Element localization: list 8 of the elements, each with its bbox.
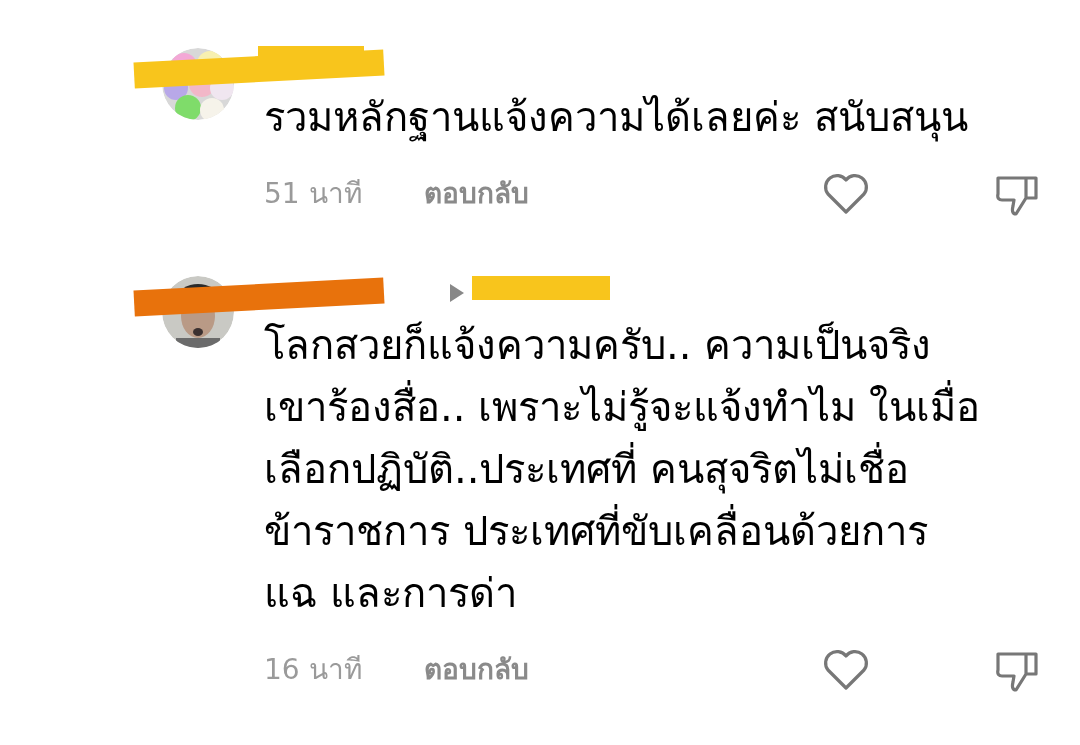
heart-icon[interactable]: [822, 172, 870, 216]
reply-button[interactable]: ตอบกลับ: [424, 649, 529, 691]
comment-time: 16 นาที: [264, 652, 363, 688]
heart-icon[interactable]: [822, 648, 870, 692]
comment-text: รวมหลักฐานแจ้งความได้เลยค่ะ สนับสนุน: [264, 93, 969, 144]
comment-text: โลกสวยก็แจ้งความครับ.. ความเป็นจริง เขาร้องสื่อ.. เพราะไม่รู้จะแจ้งทำไม ในเมื่อ เลือกปฏิบัติ..ประเทศที่ คนสุจริตไม่เชื่อ ข้าราชการ ประเทศที่ขับเคลื่อนด้วยการ แฉ และการด่า: [264, 320, 981, 618]
reply-button[interactable]: ตอบกลับ: [424, 173, 529, 215]
comment-time: 51 นาที: [264, 176, 363, 212]
